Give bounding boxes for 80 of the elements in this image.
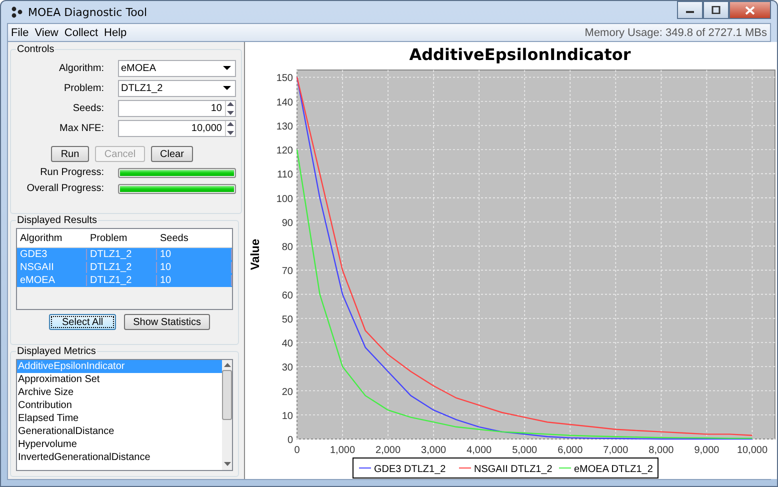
dropdown[interactable]: DTLZ1_2 [118, 80, 236, 97]
y-tick-label: 40 [282, 338, 293, 350]
menu-item[interactable]: Help [104, 26, 127, 38]
menu-item[interactable]: File [11, 26, 29, 38]
x-tick-label: 0 [294, 445, 300, 456]
y-tick-label: 100 [276, 194, 293, 205]
y-tick-label: 110 [277, 170, 293, 181]
menu-item[interactable]: Collect [64, 26, 98, 38]
caret-icon [223, 86, 231, 91]
window-title: MOEA Diagnostic Tool [28, 6, 148, 18]
dropdown[interactable]: eMOEA [118, 60, 236, 77]
group-title: Displayed Results [16, 215, 98, 226]
y-tick-label: 70 [282, 266, 293, 278]
close-button[interactable] [729, 1, 771, 19]
column-header[interactable]: Problem [87, 232, 157, 244]
y-tick-label: 140 [276, 97, 293, 108]
x-tick-label: 3,000 [421, 445, 446, 456]
down-arrow-icon [226, 128, 235, 136]
up-arrow-icon[interactable] [224, 363, 230, 368]
y-axis-title: Value [248, 238, 262, 270]
metric-item[interactable]: Elapsed Time [17, 412, 222, 425]
progress-label: Run Progress: [39, 167, 104, 178]
maximize-icon [711, 6, 721, 14]
close-icon [745, 6, 755, 14]
y-tick-label: 80 [282, 242, 293, 254]
y-tick-label: 0 [287, 435, 293, 446]
field-label: Max NFE: [58, 123, 104, 134]
x-tick-label: 8,000 [648, 445, 674, 456]
metric-item[interactable]: Archive Size [17, 386, 222, 399]
metric-item[interactable]: Hypervolume [17, 438, 222, 451]
field-label: Algorithm: [58, 63, 104, 74]
action-button[interactable]: Select All [49, 314, 116, 330]
field-label: Seeds: [72, 103, 104, 114]
x-tick-label: 10,000 [736, 445, 768, 456]
group-title: Displayed Metrics [16, 346, 97, 357]
y-tick-label: 20 [282, 386, 293, 398]
x-tick-label: 7,000 [603, 445, 628, 456]
spinner-field[interactable]: 10,000 [118, 120, 236, 137]
scrollbar[interactable] [222, 360, 232, 470]
app-icon [11, 6, 23, 18]
up-arrow-icon [226, 101, 235, 108]
x-tick-label: 6,000 [558, 445, 583, 456]
y-tick-label: 10 [282, 410, 293, 422]
y-tick-label: 120 [276, 146, 293, 157]
x-tick-label: 1,000 [330, 445, 356, 456]
column-header[interactable]: Seeds [157, 232, 232, 244]
field-label: Problem: [62, 83, 104, 94]
y-tick-label: 60 [282, 290, 293, 302]
menu-item[interactable]: View [34, 26, 58, 38]
chart-title: AdditiveEpsilonIndicator [409, 45, 631, 64]
x-tick-label: 5,000 [512, 445, 538, 456]
spinner-field[interactable]: 10 [118, 100, 236, 117]
progress-label: Overall Progress: [26, 183, 104, 194]
x-tick-label: 9,000 [694, 445, 720, 456]
down-arrow-icon[interactable] [224, 462, 230, 467]
action-button[interactable]: Clear [151, 146, 193, 162]
legend-label: NSGAII DTLZ1_2 [474, 464, 552, 475]
y-tick-label: 90 [282, 218, 293, 229]
y-tick-label: 130 [276, 121, 293, 132]
up-arrow-icon [226, 121, 235, 128]
metric-item[interactable]: GenerationalDistance [17, 425, 222, 438]
legend-label: eMOEA DTLZ1_2 [574, 464, 653, 475]
caret-icon [223, 66, 231, 71]
metric-item[interactable]: Contribution [17, 399, 222, 412]
legend-label: GDE3 DTLZ1_2 [374, 464, 446, 475]
maximize-button[interactable] [703, 1, 729, 19]
group-title: Controls [16, 44, 56, 55]
y-tick-label: 150 [276, 73, 293, 84]
x-tick-label: 2,000 [376, 445, 401, 456]
action-button[interactable]: Run [51, 146, 89, 162]
action-button[interactable]: Show Statistics [124, 314, 210, 330]
minimize-button[interactable] [677, 1, 703, 19]
y-tick-label: 30 [282, 362, 293, 374]
y-tick-label: 50 [282, 314, 293, 326]
metric-item[interactable]: InvertedGenerationalDistance [17, 451, 222, 464]
down-arrow-icon [226, 108, 235, 116]
memory-usage: Memory Usage: 349.8 of 2727.1 MBs [584, 26, 767, 38]
column-header[interactable]: Algorithm [17, 232, 87, 244]
x-tick-label: 4,000 [466, 445, 492, 456]
metric-item[interactable]: Approximation Set [17, 373, 222, 386]
